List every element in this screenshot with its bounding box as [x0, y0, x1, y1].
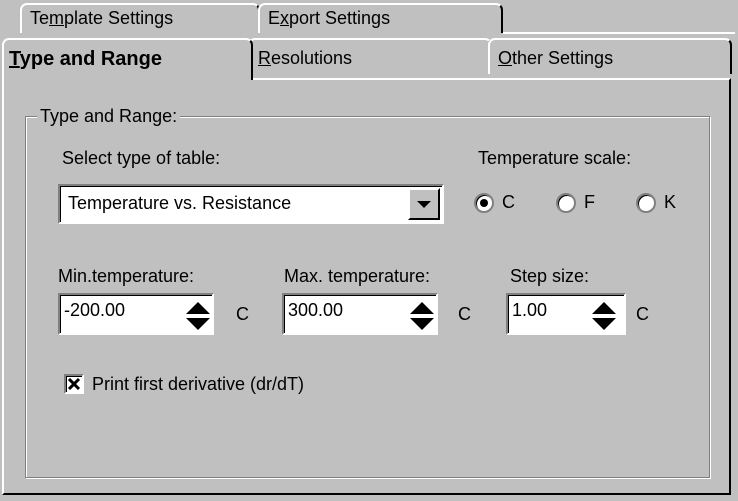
checkmark-x-icon [67, 377, 81, 391]
tab-resolutions[interactable]: Resolutions [248, 38, 492, 74]
derivative-label: Print first derivative (dr/dT) [92, 374, 305, 394]
spin-up-down-icon [592, 302, 616, 330]
step-size-spinner[interactable] [590, 299, 618, 333]
max-temperature-value: 300.00 [288, 300, 344, 320]
tab-other-settings-label: Other Settings [498, 48, 614, 68]
tab-resolutions-label: Resolutions [258, 48, 353, 68]
scale-radio-k[interactable] [636, 193, 656, 213]
derivative-checkbox[interactable] [64, 374, 84, 394]
radio-selected-dot [480, 199, 488, 207]
scale-radio-f[interactable] [556, 193, 576, 213]
tab-other-settings[interactable]: Other Settings [488, 38, 732, 74]
chevron-down-icon [417, 201, 431, 208]
table-type-dropdown-button[interactable] [408, 188, 440, 220]
min-temperature-unit: C [236, 304, 249, 324]
spin-up-down-icon [186, 302, 210, 330]
temperature-scale-label: Temperature scale: [478, 148, 632, 168]
tab-export-settings[interactable]: Export Settings [258, 3, 503, 33]
scale-option-f: F [584, 192, 595, 212]
tab-template-settings[interactable]: Template Settings [20, 3, 260, 33]
table-type-label: Select type of table: [62, 148, 221, 168]
max-temperature-label: Max. temperature: [284, 266, 431, 286]
min-temperature-value: -200.00 [64, 300, 126, 320]
tab-row-edge [503, 32, 735, 34]
scale-option-k: K [664, 192, 677, 212]
min-temperature-spinner[interactable] [184, 299, 212, 333]
tab-export-settings-label: Export Settings [268, 8, 391, 28]
tab-type-and-range[interactable]: Type and Range [2, 38, 253, 80]
max-temperature-spinner[interactable] [408, 299, 436, 333]
step-size-value: 1.00 [512, 300, 548, 320]
tab-type-and-range-label: Type and Range [9, 48, 162, 70]
group-title: Type and Range: [37, 106, 181, 127]
step-size-unit: C [636, 304, 649, 324]
max-temperature-unit: C [458, 304, 471, 324]
step-size-label: Step size: [510, 266, 590, 286]
tab-template-settings-label: Template Settings [30, 8, 174, 28]
min-temperature-label: Min.temperature: [58, 266, 195, 286]
scale-option-c: C [502, 192, 515, 212]
scale-radio-c[interactable] [474, 193, 494, 213]
table-type-value: Temperature vs. Resistance [68, 193, 292, 213]
spin-up-down-icon [410, 302, 434, 330]
